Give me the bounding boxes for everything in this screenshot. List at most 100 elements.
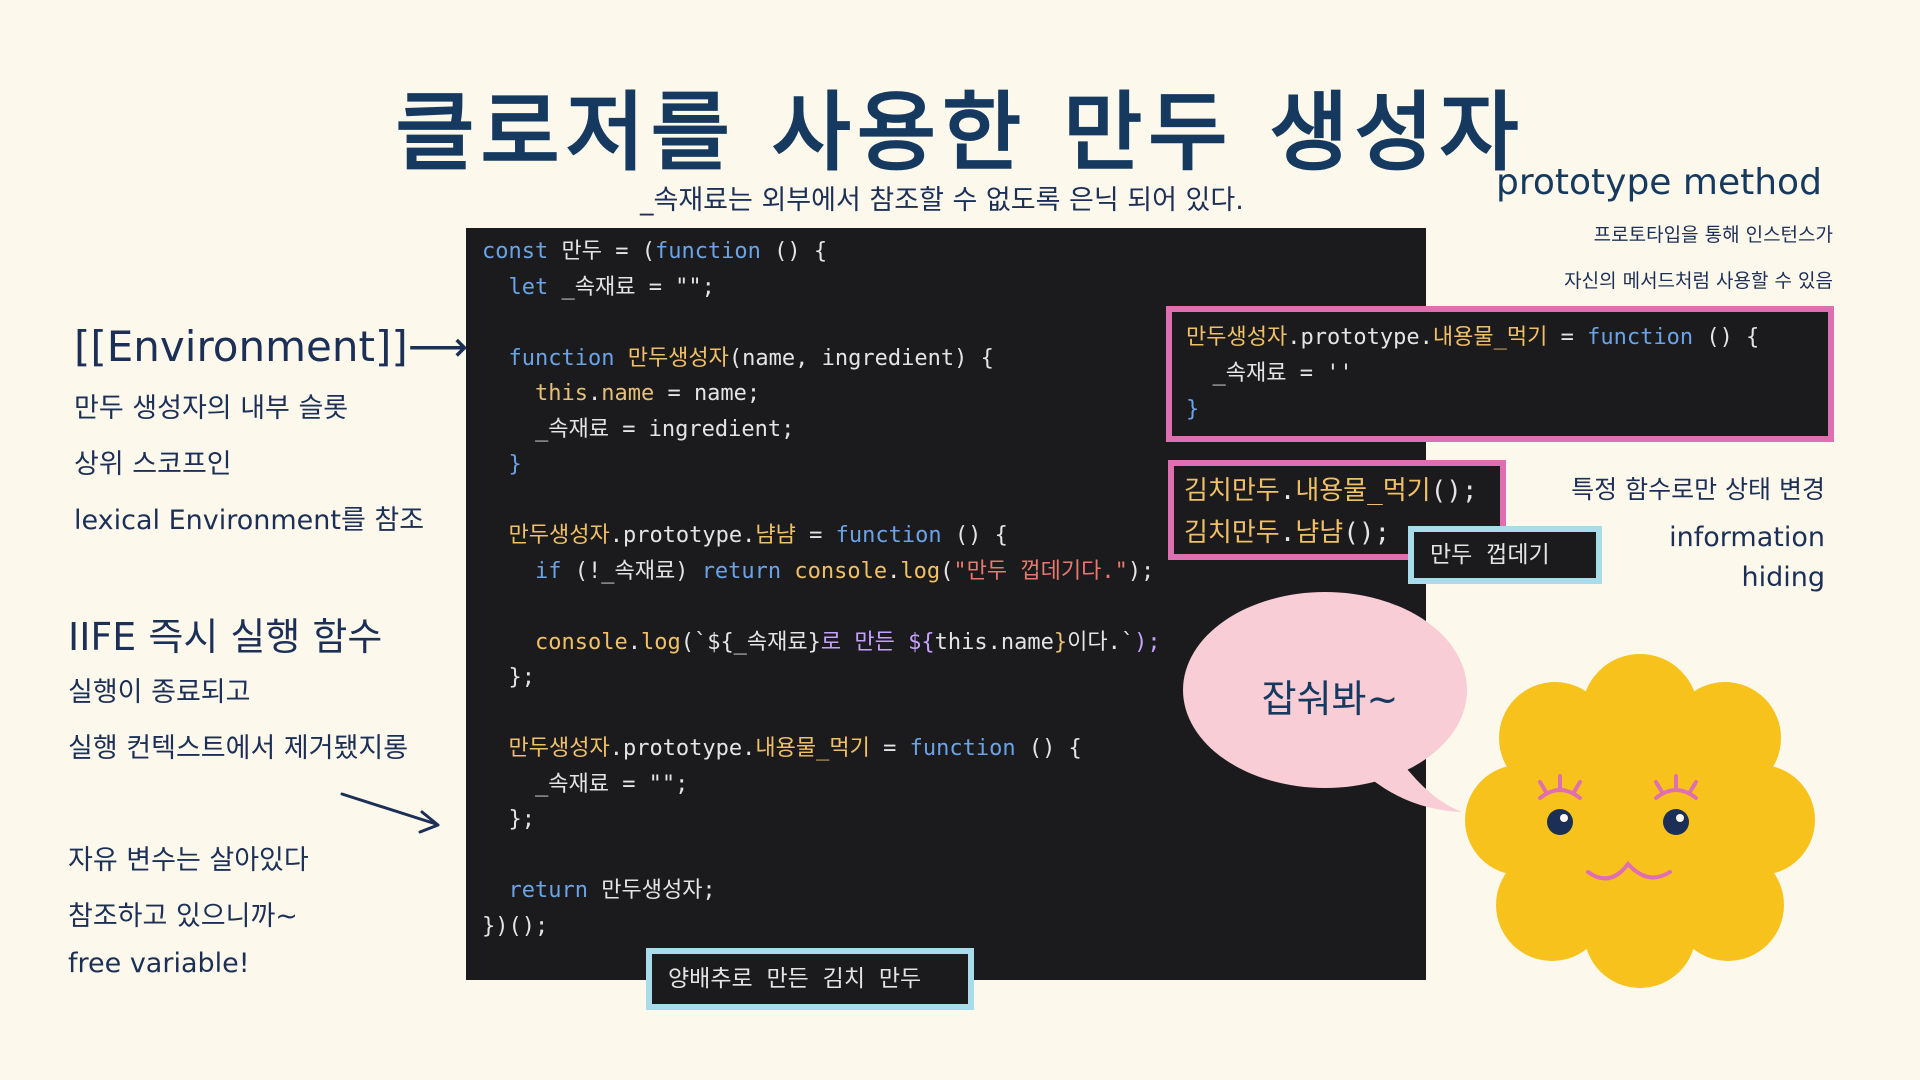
code-line: _속재료 = ''	[1186, 361, 1353, 386]
code-token: () {	[1693, 325, 1760, 350]
code-token: .	[1279, 518, 1296, 548]
information-hiding-note-1: information	[1669, 522, 1825, 553]
free-var-note-3: free variable!	[68, 948, 250, 979]
prototype-method-desc-2: 자신의 메서드처럼 사용할 수 있음	[1564, 270, 1833, 292]
code-token: =	[1547, 325, 1588, 350]
code-token: 만두 = (	[548, 239, 655, 264]
environment-note-3: lexical Environment를 참조	[74, 505, 425, 536]
code-token: 만두생성자	[508, 736, 610, 761]
code-token: ();	[1430, 476, 1478, 506]
code-token: ();	[1343, 518, 1391, 548]
code-token: 김치만두	[1184, 476, 1280, 506]
information-hiding-note-2: hiding	[1741, 562, 1825, 593]
state-change-note: 특정 함수로만 상태 변경	[1571, 475, 1825, 504]
code-line: 만두생성자.prototype.내용물_먹기 = function () {	[1186, 320, 1814, 356]
console-output-empty-shell: 만두 껍데기	[1408, 526, 1602, 584]
code-token: 로 만든	[820, 629, 909, 655]
code-token: return	[508, 878, 588, 903]
code-token: (!_속재료)	[561, 558, 702, 584]
code-token: console	[794, 558, 888, 584]
code-token: return	[701, 558, 782, 584]
subtitle: _속재료는 외부에서 참조할 수 없도록 은닉 되어 있다.	[640, 185, 1244, 216]
code-token: const	[482, 239, 549, 264]
prototype-method-box: 만두생성자.prototype.내용물_먹기 = function () { _…	[1166, 306, 1834, 442]
code-token: function	[835, 523, 942, 548]
code-line: const 만두 = (function () {	[482, 234, 1410, 270]
code-token: .	[587, 381, 602, 406]
code-line: }	[1186, 397, 1200, 422]
code-token: .	[887, 558, 901, 584]
code-token: function	[654, 239, 761, 264]
code-token: .	[627, 629, 641, 655]
code-token: name	[601, 381, 655, 406]
code-token: 냠냠	[1295, 518, 1344, 548]
code-token: (name, ingredient) {	[728, 345, 994, 371]
code-line: })();	[482, 913, 549, 939]
code-token: =	[869, 736, 910, 761]
code-token: log	[640, 629, 681, 655]
code-token: this	[534, 381, 588, 406]
speech-bubble-text: 잡숴봐~	[1261, 677, 1399, 721]
flower-character-icon	[1465, 654, 1815, 988]
code-token: 만두생성자	[627, 345, 729, 371]
code-line: 김치만두.내용물_먹기();	[1184, 470, 1490, 512]
code-token: let	[482, 274, 549, 300]
code-token: function	[1587, 325, 1694, 350]
code-token: (`${_속재료}	[680, 629, 821, 655]
code-token: () {	[1015, 736, 1082, 761]
prototype-method-heading: prototype method	[1496, 162, 1822, 203]
code-token: }	[1053, 629, 1068, 655]
code-token: ${	[908, 629, 935, 655]
code-token: 만두생성자	[1186, 325, 1288, 350]
arrow-right-icon: ⟶	[407, 322, 468, 371]
code-token: );	[1134, 629, 1161, 655]
environment-heading: [[Environment]]⟶	[74, 322, 468, 371]
free-var-note-2: 참조하고 있으니까~	[68, 901, 298, 932]
code-token: 이다.`	[1067, 629, 1135, 655]
code-token: 내용물_먹기	[755, 736, 870, 761]
iife-note-1: 실행이 종료되고	[68, 677, 251, 708]
code-token: if	[534, 558, 562, 584]
code-token: = name;	[654, 381, 761, 406]
environment-note-2: 상위 스코프인	[74, 449, 232, 480]
code-token: function	[482, 345, 615, 371]
code-token: .	[1279, 476, 1296, 506]
code-token: 냠냠	[755, 523, 796, 548]
code-token: 만두생성자	[508, 523, 610, 548]
iife-heading: IIFE 즉시 실행 함수	[68, 615, 383, 659]
free-var-note-1: 자유 변수는 살아있다	[68, 845, 309, 876]
code-token: 만두생성자;	[587, 878, 716, 903]
code-token: =	[795, 523, 836, 548]
environment-heading-text: [[Environment]]	[74, 322, 408, 371]
code-token: 내용물_먹기	[1295, 476, 1431, 506]
code-token: 김치만두	[1184, 518, 1280, 548]
code-token: console	[534, 629, 628, 655]
code-token: log	[900, 558, 941, 584]
code-line: let _속재료 = "";	[482, 270, 1410, 306]
code-token: (	[940, 558, 954, 584]
code-token: () {	[760, 239, 828, 264]
code-line: return 만두생성자;	[482, 873, 1410, 909]
code-token: () {	[941, 523, 1008, 548]
code-token: .prototype.	[1287, 325, 1433, 350]
code-token: .prototype.	[609, 736, 756, 761]
code-token: this.name	[934, 629, 1054, 655]
code-token: );	[1127, 558, 1155, 584]
code-token: "만두 껍데기다."	[953, 558, 1128, 584]
code-token: 내용물_먹기	[1432, 325, 1548, 350]
code-token: _속재료 = "";	[548, 274, 715, 300]
console-output-kimchi: 양배추로 만든 김치 만두	[646, 948, 974, 1010]
iife-note-2: 실행 컨텍스트에서 제거됐지롱	[68, 733, 409, 764]
prototype-method-desc-1: 프로토타입을 통해 인스턴스가	[1593, 224, 1833, 246]
code-token: function	[909, 736, 1016, 761]
environment-note-1: 만두 생성자의 내부 슬롯	[74, 393, 349, 424]
